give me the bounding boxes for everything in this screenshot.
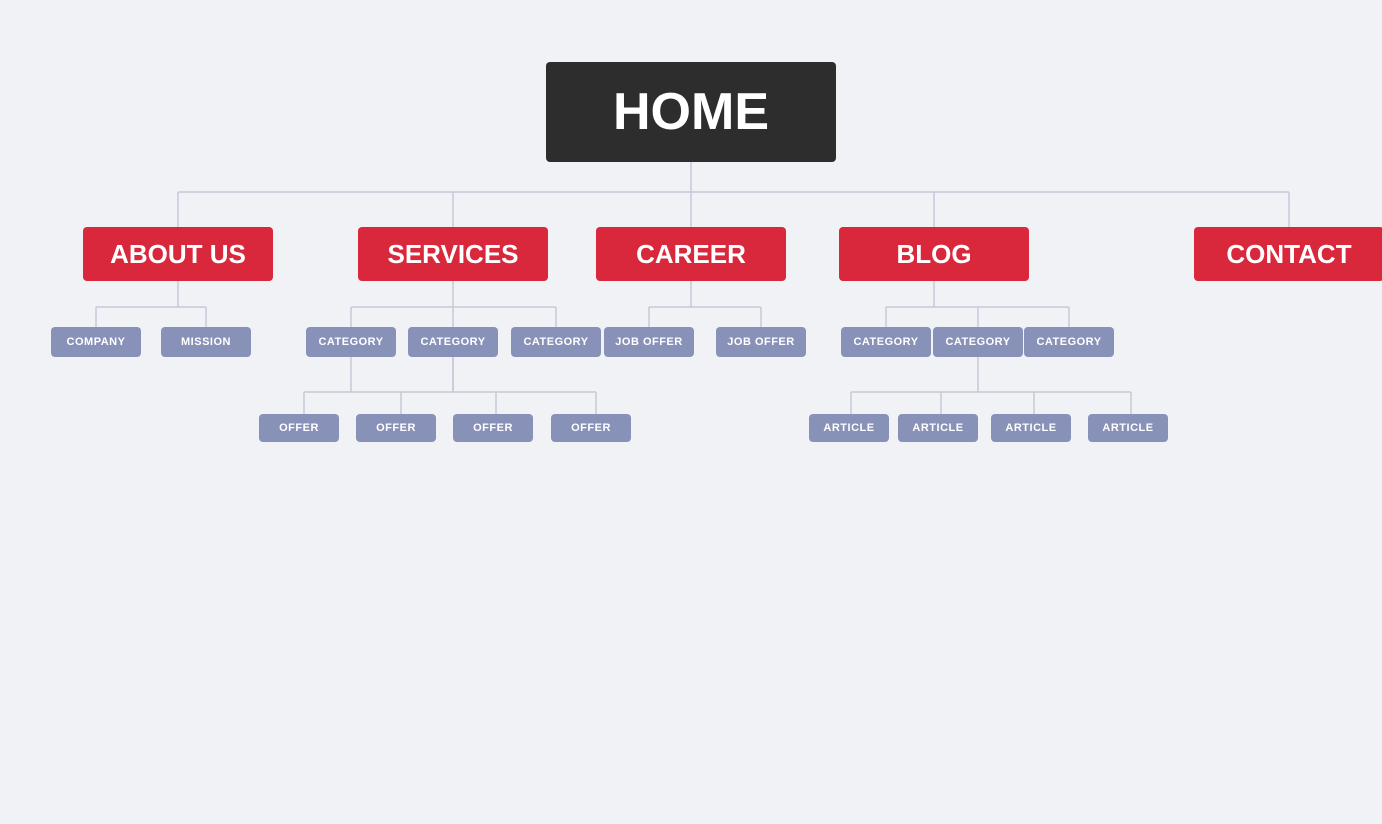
offer1-node[interactable]: OFFER	[259, 414, 339, 442]
job-offer2-label: JOB OFFER	[727, 336, 794, 348]
blog-cat1-node[interactable]: CATEGORY	[841, 327, 931, 357]
offer1-label: OFFER	[279, 422, 319, 434]
blog-cat1-label: CATEGORY	[853, 336, 918, 348]
article1-node[interactable]: ARTICLE	[809, 414, 889, 442]
offer3-node[interactable]: OFFER	[453, 414, 533, 442]
sitemap-diagram: HOME ABOUT US SERVICES CAREER BLOG CONTA…	[41, 62, 1341, 762]
job-offer2-node[interactable]: JOB OFFER	[716, 327, 806, 357]
career-label: CAREER	[636, 239, 746, 270]
article2-node[interactable]: ARTICLE	[898, 414, 978, 442]
article4-label: ARTICLE	[1102, 422, 1153, 434]
article3-node[interactable]: ARTICLE	[991, 414, 1071, 442]
services-cat1-node[interactable]: CATEGORY	[306, 327, 396, 357]
offer3-label: OFFER	[473, 422, 513, 434]
article4-node[interactable]: ARTICLE	[1088, 414, 1168, 442]
services-cat3-label: CATEGORY	[523, 336, 588, 348]
offer2-node[interactable]: OFFER	[356, 414, 436, 442]
mission-node[interactable]: MISSION	[161, 327, 251, 357]
contact-label: CONTACT	[1226, 239, 1351, 270]
blog-cat2-label: CATEGORY	[945, 336, 1010, 348]
career-node[interactable]: CAREER	[596, 227, 786, 281]
contact-node[interactable]: CONTACT	[1194, 227, 1382, 281]
services-cat2-label: CATEGORY	[420, 336, 485, 348]
offer4-node[interactable]: OFFER	[551, 414, 631, 442]
home-node[interactable]: HOME	[546, 62, 836, 162]
services-label: SERVICES	[387, 239, 518, 270]
services-cat3-node[interactable]: CATEGORY	[511, 327, 601, 357]
article1-label: ARTICLE	[823, 422, 874, 434]
home-label: HOME	[613, 82, 769, 142]
connector-lines	[41, 62, 1341, 762]
about-us-label: ABOUT US	[110, 239, 246, 270]
job-offer1-label: JOB OFFER	[615, 336, 682, 348]
article2-label: ARTICLE	[912, 422, 963, 434]
offer4-label: OFFER	[571, 422, 611, 434]
company-label: COMPANY	[67, 336, 126, 348]
mission-label: MISSION	[181, 336, 231, 348]
blog-node[interactable]: BLOG	[839, 227, 1029, 281]
blog-cat3-label: CATEGORY	[1036, 336, 1101, 348]
job-offer1-node[interactable]: JOB OFFER	[604, 327, 694, 357]
about-us-node[interactable]: ABOUT US	[83, 227, 273, 281]
blog-cat2-node[interactable]: CATEGORY	[933, 327, 1023, 357]
company-node[interactable]: COMPANY	[51, 327, 141, 357]
blog-label: BLOG	[896, 239, 971, 270]
services-node[interactable]: SERVICES	[358, 227, 548, 281]
blog-cat3-node[interactable]: CATEGORY	[1024, 327, 1114, 357]
offer2-label: OFFER	[376, 422, 416, 434]
services-cat2-node[interactable]: CATEGORY	[408, 327, 498, 357]
article3-label: ARTICLE	[1005, 422, 1056, 434]
services-cat1-label: CATEGORY	[318, 336, 383, 348]
